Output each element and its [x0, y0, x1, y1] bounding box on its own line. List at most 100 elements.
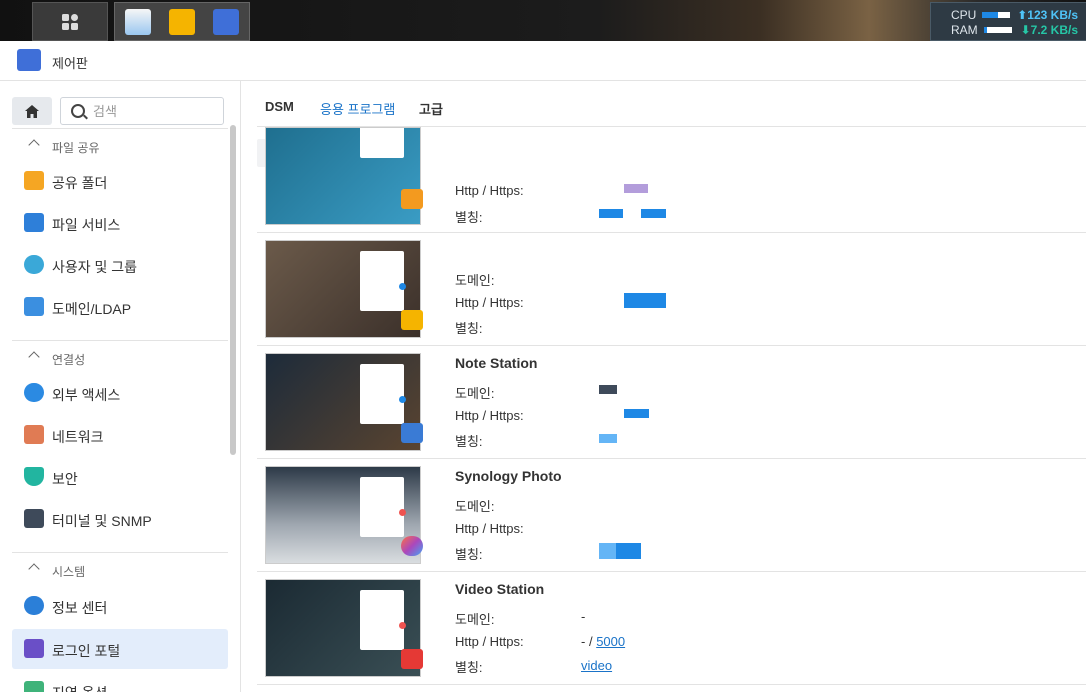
section-connectivity[interactable]: 연결성: [12, 340, 228, 375]
home-icon: [25, 104, 39, 118]
login-card: [360, 590, 404, 650]
app-thumbnail: [265, 353, 421, 451]
https-port-link[interactable]: 5000: [596, 634, 625, 649]
sidebar: 파일 공유 공유 폴더 파일 서비스 사용자 및 그룹 도메인/LDAP 연결성…: [0, 81, 241, 692]
login-card: [360, 477, 404, 537]
sidebar-item-label: 보안: [52, 471, 78, 487]
search-box[interactable]: [60, 97, 224, 125]
login-card: [360, 364, 404, 424]
alias-label: 별칭:: [455, 434, 483, 449]
upload-speed: 123 KB/s: [1027, 8, 1078, 22]
main-menu-button[interactable]: [32, 2, 108, 41]
taskbar: CPU RAM ⬆123 KB/s ⬇7.2 KB/s: [0, 0, 1086, 41]
sidebar-item-regional-options[interactable]: 지역 옵션: [12, 671, 228, 692]
app-entry[interactable]: 도메인: Http / Https: 별칭:: [257, 232, 1086, 346]
sidebar-item-users-groups[interactable]: 사용자 및 그룹: [12, 245, 228, 285]
shield-icon: [24, 467, 44, 486]
sidebar-item-network[interactable]: 네트워크: [12, 415, 228, 455]
login-button-dot: [399, 509, 406, 516]
cpu-label: CPU: [951, 8, 977, 22]
section-label: 파일 공유: [52, 141, 100, 155]
network-house-icon: [24, 425, 44, 444]
id-card-icon: [24, 297, 44, 316]
tab-dsm[interactable]: DSM: [265, 99, 294, 114]
domain-label: 도메인:: [455, 386, 495, 401]
regional-options-icon: [24, 681, 44, 692]
alias-label: 별칭:: [455, 547, 483, 562]
http-label: Http / Https:: [455, 634, 524, 649]
section-file-sharing[interactable]: 파일 공유: [12, 128, 228, 163]
control-panel-icon: [17, 49, 41, 71]
globe-icon: [24, 383, 44, 402]
file-services-icon: [24, 213, 44, 232]
sidebar-item-info-center[interactable]: 정보 센터: [12, 586, 228, 626]
package-center-icon[interactable]: [125, 8, 151, 35]
sidebar-item-label: 사용자 및 그룹: [52, 259, 138, 275]
window-title: 제어판: [52, 56, 88, 71]
sidebar-item-security[interactable]: 보안: [12, 457, 228, 497]
chevron-up-icon: [28, 351, 40, 363]
app-thumbnail: [265, 466, 421, 564]
section-system[interactable]: 시스템: [12, 552, 228, 587]
app-entry[interactable]: Http / Https: 별칭:: [257, 119, 1086, 233]
domain-value: -: [581, 609, 586, 624]
login-card: [360, 128, 404, 158]
folder-icon: [401, 310, 423, 330]
sidebar-item-domain-ldap[interactable]: 도메인/LDAP: [12, 287, 228, 327]
terminal-icon: [24, 509, 44, 528]
login-button-dot: [399, 396, 406, 403]
alias-label: 별칭:: [455, 660, 483, 675]
app-thumbnail: [265, 127, 421, 225]
sidebar-item-label: 지역 옵션: [52, 683, 107, 692]
upload-arrow-icon: ⬆: [1017, 8, 1028, 22]
app-thumbnail: [265, 579, 421, 677]
section-label: 시스템: [52, 565, 86, 579]
file-station-icon[interactable]: [169, 8, 195, 35]
app-entry[interactable]: Synology Photo 도메인: Http / Https: 별칭:: [257, 458, 1086, 572]
grid-icon: [62, 13, 78, 30]
resource-monitor-widget[interactable]: CPU RAM ⬆123 KB/s ⬇7.2 KB/s: [930, 2, 1086, 41]
http-label: Http / Https:: [455, 408, 524, 423]
folder-icon: [24, 171, 44, 190]
http-port-text: - /: [581, 634, 593, 649]
app-name: Video Station: [455, 581, 545, 597]
login-button-dot: [399, 283, 406, 290]
app-entry[interactable]: Video Station 도메인: Http / Https: 별칭: - -…: [257, 571, 1086, 685]
redacted-value: [624, 293, 666, 308]
section-label: 연결성: [52, 353, 86, 367]
sidebar-item-label: 정보 센터: [52, 600, 108, 616]
sidebar-item-file-services[interactable]: 파일 서비스: [12, 203, 228, 243]
alias-link[interactable]: video: [581, 658, 612, 673]
info-icon: [24, 596, 44, 615]
sidebar-item-label: 터미널 및 SNMP: [52, 513, 152, 529]
search-input[interactable]: [91, 101, 215, 121]
control-panel-icon[interactable]: [213, 8, 239, 35]
tab-applications[interactable]: 응용 프로그램: [320, 99, 395, 118]
sidebar-scrollbar[interactable]: [230, 125, 236, 455]
main-content: DSM 응용 프로그램 고급 편집 옵션 Http / Https: 별칭: 도…: [241, 81, 1086, 692]
cpu-usage-bar: [982, 12, 1011, 18]
app-name: Synology Photo: [455, 468, 562, 484]
chevron-up-icon: [28, 139, 40, 151]
redacted-value: [599, 209, 623, 218]
ram-label: RAM: [951, 23, 978, 37]
app-entry[interactable]: Note Station 도메인: Http / Https: 별칭:: [257, 345, 1086, 459]
sidebar-item-external-access[interactable]: 외부 액세스: [12, 373, 228, 413]
sidebar-item-shared-folder[interactable]: 공유 폴더: [12, 161, 228, 201]
sidebar-item-login-portal[interactable]: 로그인 포털: [12, 629, 228, 669]
http-value: - / 5000: [581, 634, 625, 649]
app-name: Note Station: [455, 355, 538, 371]
home-button[interactable]: [12, 97, 52, 125]
users-icon: [24, 255, 44, 274]
app-thumbnail: [265, 240, 421, 338]
download-station-icon: [401, 189, 423, 209]
search-icon: [71, 104, 85, 118]
login-portal-icon: [24, 639, 44, 658]
redacted-value: [624, 184, 648, 193]
domain-label: 도메인:: [455, 612, 495, 627]
http-label: Http / Https:: [455, 183, 524, 198]
photos-icon: [401, 536, 423, 556]
sidebar-item-terminal-snmp[interactable]: 터미널 및 SNMP: [12, 499, 228, 539]
window-titlebar: 제어판: [0, 41, 1086, 81]
tab-advanced[interactable]: 고급: [419, 99, 443, 118]
